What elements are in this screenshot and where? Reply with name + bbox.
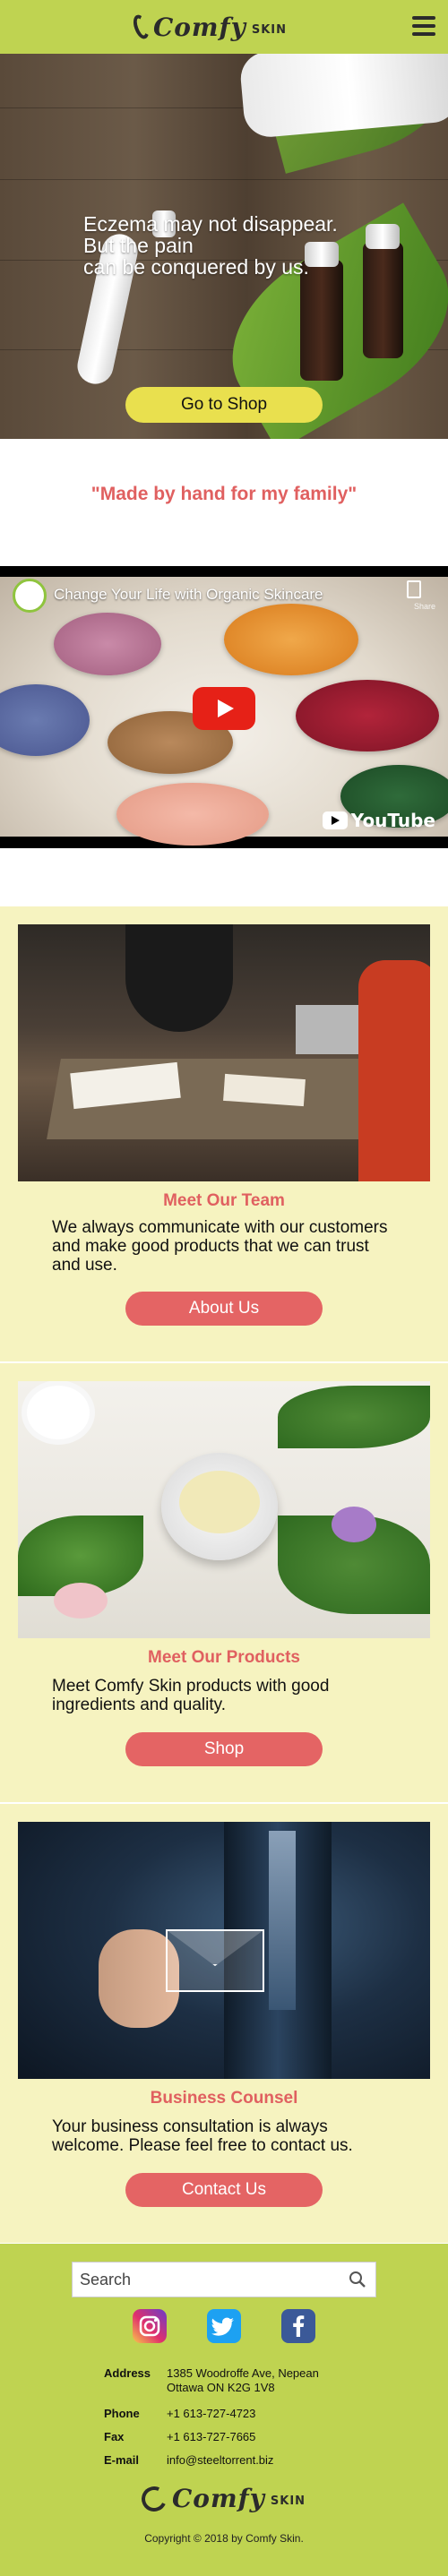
team-card: Meet Our Team We always communicate with…: [0, 906, 448, 1361]
menu-icon[interactable]: [412, 16, 435, 36]
email-label: E-mail: [104, 2453, 140, 2467]
team-card-title: Meet Our Team: [163, 1191, 285, 1210]
team-photo: [18, 924, 430, 1181]
business-card-text: Your business consultation is always wel…: [52, 2117, 353, 2155]
business-card: Business Counsel Your business consultat…: [0, 1804, 448, 2243]
footer-logo[interactable]: Comfy SKIN: [138, 2482, 306, 2515]
products-card: Meet Our Products Meet Comfy Skin produc…: [0, 1363, 448, 1802]
products-card-title: Meet Our Products: [148, 1648, 300, 1667]
logo-wordmark: Comfy: [152, 12, 246, 42]
site-footer: Address 1385 Woodroffe Ave, Nepean Ottaw…: [0, 2244, 448, 2576]
hero-headline: Eczema may not disappear. But the pain c…: [83, 212, 338, 279]
channel-avatar[interactable]: [13, 579, 47, 613]
share-icon[interactable]: [407, 580, 421, 598]
twitter-icon[interactable]: [207, 2309, 241, 2343]
search-input[interactable]: [73, 2263, 341, 2297]
facebook-icon[interactable]: [281, 2309, 315, 2343]
business-card-title: Business Counsel: [150, 2089, 298, 2108]
products-card-text: Meet Comfy Skin products with good ingre…: [52, 1677, 330, 1714]
address-label: Address: [104, 2366, 151, 2380]
logo-mark-icon: [130, 13, 152, 41]
site-header: Comfy SKIN: [0, 0, 448, 54]
youtube-icon: [322, 811, 348, 829]
phone-value[interactable]: +1 613-727-4723: [167, 2407, 364, 2421]
footer-logo-subtitle: SKIN: [270, 2494, 306, 2508]
video-embed[interactable]: Change Your Life with Organic Skincare S…: [0, 566, 448, 848]
phone-label: Phone: [104, 2407, 140, 2420]
tagline-quote: "Made by hand for my family": [90, 484, 358, 504]
logo-mark-icon: [138, 2482, 170, 2515]
address-value: 1385 Woodroffe Ave, Nepean Ottawa ON K2G…: [167, 2366, 319, 2394]
search-icon[interactable]: [349, 2271, 366, 2288]
products-photo: [18, 1381, 430, 1638]
contact-us-button[interactable]: Contact Us: [125, 2173, 323, 2207]
logo-subtitle: SKIN: [251, 22, 287, 37]
copyright-text: Copyright © 2018 by Comfy Skin.: [144, 2532, 304, 2545]
fax-value: +1 613-727-7665: [167, 2430, 256, 2443]
play-button[interactable]: [193, 687, 255, 730]
fax-label: Fax: [104, 2430, 125, 2443]
share-label: Share: [413, 602, 435, 611]
hero-banner: Eczema may not disappear. But the pain c…: [0, 54, 448, 439]
about-us-button[interactable]: About Us: [125, 1292, 323, 1326]
go-to-shop-button[interactable]: Go to Shop: [125, 387, 323, 423]
youtube-logo[interactable]: YouTube: [322, 810, 435, 831]
footer-logo-wordmark: Comfy: [172, 2484, 265, 2513]
search-box: [72, 2262, 376, 2297]
video-title[interactable]: Change Your Life with Organic Skincare: [54, 586, 323, 604]
site-logo[interactable]: Comfy SKIN: [130, 7, 287, 47]
shop-button[interactable]: Shop: [125, 1732, 323, 1766]
instagram-icon[interactable]: [133, 2309, 167, 2343]
business-photo: [18, 1822, 430, 2079]
team-card-text: We always communicate with our customers…: [52, 1218, 388, 1275]
email-value[interactable]: info@steeltorrent.biz: [167, 2453, 364, 2468]
